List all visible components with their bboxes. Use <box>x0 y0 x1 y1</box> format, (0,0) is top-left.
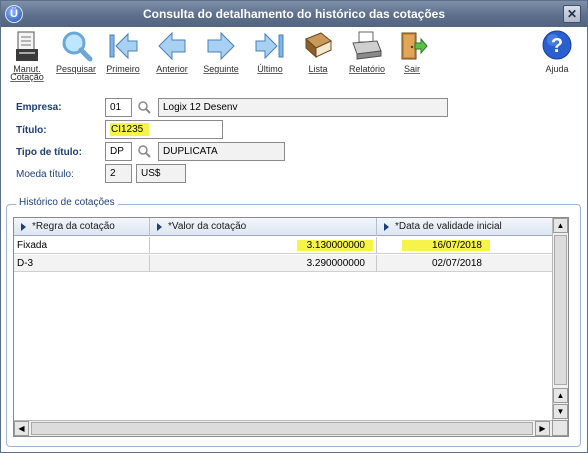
moeda-code-field: 2 <box>105 164 132 183</box>
scroll-up-button[interactable]: ▲ <box>553 218 568 233</box>
tipo-titulo-label: Tipo de título: <box>16 147 82 158</box>
pesquisar-label: Pesquisar <box>55 64 97 74</box>
tipo-titulo-desc-field: DUPLICATA <box>158 142 285 161</box>
row2-valor: 3.290000000 <box>150 255 377 272</box>
scroll-left-button[interactable]: ◀ <box>14 421 29 436</box>
row1-regra: Fixada <box>14 237 150 254</box>
horizontal-scrollbar[interactable]: ◀ ▶ <box>14 420 552 436</box>
moeda-titulo-label: Moeda título: <box>16 169 74 180</box>
horizontal-scroll-thumb[interactable] <box>31 422 533 435</box>
scroll-down-button[interactable]: ▼ <box>553 404 568 419</box>
report-icon <box>16 31 38 61</box>
sair-button[interactable]: Sair <box>387 29 437 83</box>
anterior-button[interactable]: Anterior <box>147 29 197 83</box>
primeiro-button[interactable]: Primeiro <box>98 29 148 83</box>
next-arrow-icon <box>207 31 235 61</box>
vertical-scroll-thumb[interactable] <box>554 235 567 385</box>
magnifier-icon <box>62 31 93 62</box>
exit-door-icon <box>401 32 428 60</box>
pesquisar-button[interactable]: Pesquisar <box>51 29 101 83</box>
close-button[interactable]: ✕ <box>563 5 581 23</box>
primeiro-label: Primeiro <box>106 64 140 74</box>
app-icon: Ü <box>5 5 23 23</box>
last-arrow-icon <box>255 32 284 60</box>
relatorio-button[interactable]: Relatório <box>342 29 392 83</box>
ajuda-button[interactable]: ? Ajuda <box>532 29 582 83</box>
grid-header: *Regra da cotação *Valor da cotação *Dat… <box>14 218 552 236</box>
ajuda-label: Ajuda <box>545 64 569 74</box>
col-data-header[interactable]: *Data de validade inicial <box>377 218 552 236</box>
title-bar: Ü Consulta do detalhamento do histórico … <box>1 1 587 27</box>
titulo-value: CI1235 <box>110 123 150 136</box>
seguinte-label: Seguinte <box>203 64 239 74</box>
anterior-label: Anterior <box>156 64 188 74</box>
historico-group-title: Histórico de cotações <box>16 197 118 208</box>
vertical-scrollbar[interactable]: ▲ ▲ ▼ <box>552 218 568 421</box>
table-row[interactable]: Fixada 3.130000000 16/07/2018 <box>14 237 552 254</box>
scroll-up-step-button[interactable]: ▲ <box>553 388 568 403</box>
ultimo-button[interactable]: Último <box>245 29 295 83</box>
toolbar: Manut. Cotação Pesquisar Primeiro Anterio… <box>1 27 587 85</box>
col-valor-header[interactable]: *Valor da cotação <box>150 218 377 236</box>
svg-text:?: ? <box>551 35 563 57</box>
window-title: Consulta do detalhamento do histórico da… <box>142 7 446 21</box>
lista-label: Lista <box>308 64 328 74</box>
book-icon <box>305 32 332 59</box>
printer-icon <box>352 31 382 60</box>
row1-valor: 3.130000000 <box>150 237 377 254</box>
cotacoes-grid: *Regra da cotação *Valor da cotação *Dat… <box>13 217 569 437</box>
titulo-field[interactable]: CI1235 <box>105 120 223 139</box>
scroll-corner <box>552 420 568 436</box>
main-window: Ü Consulta do detalhamento do histórico … <box>0 0 588 453</box>
sair-label: Sair <box>403 64 420 74</box>
relatorio-label: Relatório <box>348 64 386 74</box>
empresa-desc-field: Logix 12 Desenv <box>158 98 448 117</box>
seguinte-button[interactable]: Seguinte <box>196 29 246 83</box>
col-regra-header[interactable]: *Regra da cotação <box>14 218 150 236</box>
tipo-titulo-zoom-icon[interactable] <box>136 143 152 159</box>
lista-button[interactable]: Lista <box>293 29 343 83</box>
row1-valor-text: 3.130000000 <box>296 240 373 251</box>
row1-data: 16/07/2018 <box>377 237 552 254</box>
empresa-label: Empresa: <box>16 102 62 113</box>
manut-cotacao-label: Manut. Cotação <box>10 64 44 82</box>
ultimo-label: Último <box>257 64 283 74</box>
scroll-right-button[interactable]: ▶ <box>535 421 550 436</box>
tipo-titulo-code-field[interactable]: DP <box>105 142 132 161</box>
first-arrow-icon <box>109 32 138 60</box>
moeda-desc-field: US$ <box>136 164 186 183</box>
row2-data: 02/07/2018 <box>431 258 482 269</box>
prev-arrow-icon <box>158 31 186 61</box>
manut-cotacao-button[interactable]: Manut. Cotação <box>2 29 52 83</box>
row2-regra: D-3 <box>14 255 150 272</box>
titulo-label: Título: <box>16 125 47 136</box>
row1-data-text: 16/07/2018 <box>401 240 490 251</box>
table-row[interactable]: D-3 3.290000000 02/07/2018 <box>14 255 552 272</box>
empresa-code-field[interactable]: 01 <box>105 98 132 117</box>
empresa-zoom-icon[interactable] <box>136 99 152 115</box>
help-icon: ? <box>542 30 572 60</box>
